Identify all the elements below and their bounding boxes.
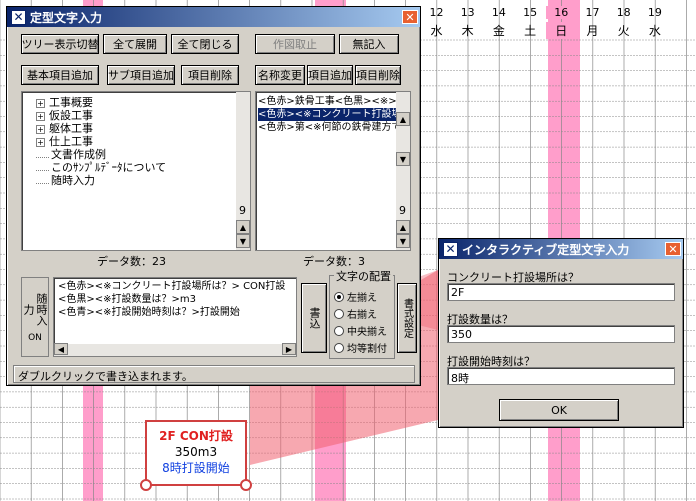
- interactive-field-input[interactable]: 2F: [447, 283, 675, 301]
- expand-plus-icon[interactable]: +: [36, 112, 45, 121]
- list-scrollbar[interactable]: ▲ ▼ ▲ ▼: [396, 92, 410, 250]
- status-text: ダブルクリックで書き込まれます。: [18, 370, 193, 383]
- interactive-field-input[interactable]: 350: [447, 325, 675, 343]
- scroll-down-arrow-icon[interactable]: ▼: [396, 152, 410, 166]
- app-icon: ✕: [443, 241, 458, 257]
- expand-plus-icon[interactable]: +: [36, 138, 45, 147]
- template-text-line: <色青><※打設開始時刻は？>打設開始: [58, 307, 240, 318]
- close-button[interactable]: ✕: [665, 242, 681, 256]
- anytime-input-label: 随時入力: [22, 292, 48, 326]
- text-hscrollbar[interactable]: ◀ ▶: [54, 343, 296, 356]
- list-item[interactable]: <色赤>鉄骨工事<色黒><※>①ア: [258, 95, 396, 108]
- tree-item-label: 文書作成例: [51, 148, 106, 161]
- tree-item-label: 工事概要: [49, 96, 93, 109]
- data-count-left: データ数：23: [97, 255, 166, 268]
- format-settings-label: 書式設定: [401, 298, 413, 338]
- template-list[interactable]: <色赤>鉄骨工事<色黒><※>①ア<色赤><※コンクリート打設場所は<色赤>第<…: [255, 91, 411, 251]
- expand-plus-icon[interactable]: +: [36, 125, 45, 134]
- tree-item-label: 仕上工事: [49, 135, 93, 148]
- collapse-all-button[interactable]: 全て閉じる: [171, 34, 239, 54]
- resize-handle-left[interactable]: [140, 479, 152, 491]
- radio-circle-icon: [334, 291, 344, 302]
- template-text-area[interactable]: <色赤><※コンクリート打設場所は？> CON打設 <色黒><※打設数量は？>m3…: [53, 277, 297, 357]
- radio-circle-icon: [334, 342, 344, 353]
- alignment-radio-label: 中央揃え: [347, 327, 387, 338]
- tree-scrollbar[interactable]: ▲ ▼: [236, 92, 250, 250]
- tree-item[interactable]: このｻﾝﾌﾟﾙﾃﾞｰﾀについて: [36, 161, 166, 174]
- scroll-up-arrow-icon[interactable]: ▲: [396, 220, 410, 234]
- alignment-radio[interactable]: 右揃え: [334, 305, 387, 322]
- tree-item-label: 仮設工事: [49, 109, 93, 122]
- write-button[interactable]: 書込: [301, 283, 327, 353]
- annotation-line3: 8時打設開始: [162, 461, 230, 475]
- alignment-radio[interactable]: 左揃え: [334, 288, 387, 305]
- no-entry-button[interactable]: 無記入: [339, 34, 399, 54]
- list-item[interactable]: <色赤>第<※何節の鉄骨建方ですか: [258, 121, 396, 134]
- interactive-text-dialog: ✕ インタラクティブ定型文字入力 ✕ コンクリート打設場所は？ 2F 打設数量は？ 3…: [438, 238, 684, 428]
- tree-item[interactable]: 文書作成例: [36, 148, 166, 161]
- tree-scroll-number: 9: [239, 204, 246, 217]
- dialog-titlebar: ✕ 定型文字入力: [7, 7, 420, 27]
- radio-circle-icon: [334, 308, 344, 319]
- category-tree[interactable]: + 工事概要 + 仮設工事 + 躯体工事 + 仕上工事 文書作成例 このｻﾝﾌﾟﾙﾃﾞｰﾀについて…: [21, 91, 251, 251]
- delete-item-button-right[interactable]: 項目削除: [355, 65, 401, 85]
- alignment-radio-label: 右揃え: [347, 310, 377, 321]
- tree-item[interactable]: + 工事概要: [36, 96, 166, 109]
- tree-item-label: 随時入力: [51, 174, 95, 187]
- app-icon: ✕: [11, 9, 26, 25]
- tree-item[interactable]: + 躯体工事: [36, 122, 166, 135]
- delete-item-button[interactable]: 項目削除: [181, 65, 239, 85]
- scroll-right-arrow-icon[interactable]: ▶: [282, 343, 296, 355]
- annotation-line1: 2F CON打設: [159, 429, 233, 443]
- add-sub-item-button[interactable]: サブ項目追加: [107, 65, 175, 85]
- template-text-line: <色赤><※コンクリート打設場所は？> CON打設: [58, 281, 286, 292]
- tree-item[interactable]: + 仮設工事: [36, 109, 166, 122]
- alignment-radio[interactable]: 均等割付: [334, 339, 387, 356]
- anytime-input-on: ON: [28, 333, 42, 343]
- expand-plus-icon[interactable]: +: [36, 99, 45, 108]
- alignment-radio[interactable]: 中央揃え: [334, 322, 387, 339]
- anytime-input-box[interactable]: 随時入力 ON: [21, 277, 49, 357]
- list-scroll-number: 9: [399, 204, 406, 217]
- cancel-drawing-button[interactable]: 作図取止: [255, 34, 335, 54]
- tree-item[interactable]: + 仕上工事: [36, 135, 166, 148]
- status-bar: ダブルクリックで書き込まれます。: [13, 365, 415, 383]
- template-text-line: <色黒><※打設数量は？>m3: [58, 294, 196, 305]
- dialog-title: 定型文字入力: [30, 10, 103, 25]
- tree-item[interactable]: 随時入力: [36, 174, 166, 187]
- scroll-left-arrow-icon[interactable]: ◀: [54, 343, 68, 355]
- annotation-line2: 350m3: [174, 445, 218, 459]
- list-item[interactable]: <色赤><※コンクリート打設場所は: [258, 108, 396, 121]
- write-label: 書込: [308, 307, 321, 329]
- radio-circle-icon: [334, 325, 344, 336]
- alignment-legend: 文字の配置: [334, 268, 393, 284]
- tree-item-label: このｻﾝﾌﾟﾙﾃﾞｰﾀについて: [51, 161, 167, 174]
- add-basic-item-button[interactable]: 基本項目追加: [21, 65, 99, 85]
- scroll-up-arrow-icon[interactable]: ▲: [396, 112, 410, 126]
- tree-toggle-button[interactable]: ツリー表示切替: [21, 34, 99, 54]
- data-count-right: データ数：3: [303, 255, 365, 268]
- rename-button[interactable]: 名称変更: [255, 65, 305, 85]
- expand-all-button[interactable]: 全て展開: [103, 34, 167, 54]
- add-item-button[interactable]: 項目追加: [307, 65, 353, 85]
- tree-item-label: 躯体工事: [49, 122, 93, 135]
- alignment-radio-label: 左揃え: [347, 293, 377, 304]
- close-button[interactable]: ✕: [402, 10, 418, 24]
- interactive-title: インタラクティブ定型文字入力: [462, 242, 630, 257]
- scroll-down-arrow-icon[interactable]: ▼: [236, 234, 250, 248]
- resize-handle-right[interactable]: [240, 479, 252, 491]
- interactive-field-input[interactable]: 8時: [447, 367, 675, 385]
- scroll-up-arrow-icon[interactable]: ▲: [236, 220, 250, 234]
- fixed-text-dialog: ✕ 定型文字入力 ✕ ツリー表示切替 全て展開 全て閉じる 作図取止 無記入 基…: [6, 6, 421, 386]
- scroll-down-arrow-icon[interactable]: ▼: [396, 234, 410, 248]
- ok-button[interactable]: OK: [499, 399, 619, 421]
- interactive-titlebar: ✕ インタラクティブ定型文字入力: [439, 239, 683, 259]
- alignment-group: 文字の配置 左揃え右揃え中央揃え均等割付: [329, 268, 395, 359]
- format-settings-button[interactable]: 書式設定: [397, 283, 417, 353]
- grid-annotation[interactable]: 2F CON打設 350m3 8時打設開始: [140, 420, 252, 491]
- alignment-radio-label: 均等割付: [347, 344, 387, 355]
